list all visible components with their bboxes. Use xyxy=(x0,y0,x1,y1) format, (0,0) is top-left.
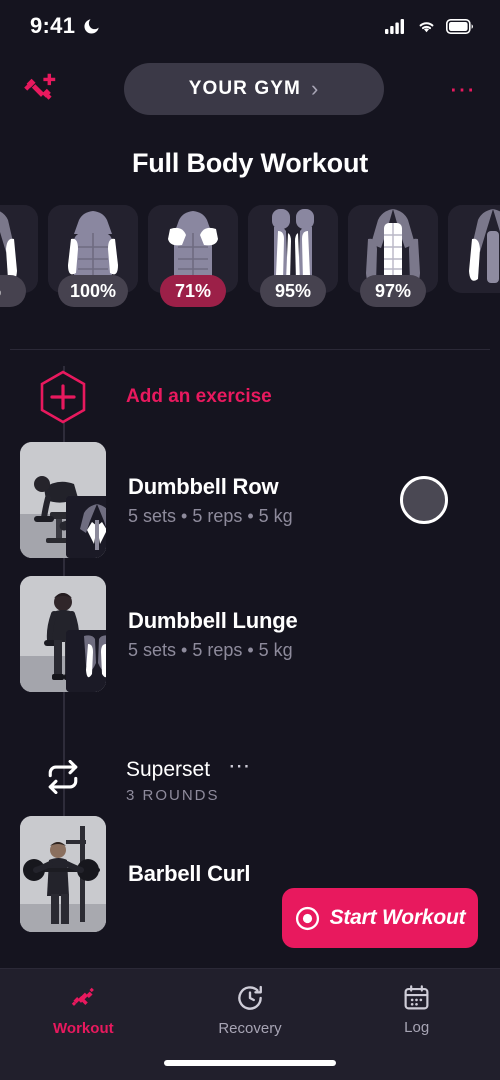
back-muscle-chip xyxy=(66,496,106,558)
repeat-icon xyxy=(0,758,126,804)
tab-log-label: Log xyxy=(404,1019,430,1036)
exercise-complete-toggle[interactable] xyxy=(400,476,448,524)
start-workout-label: Start Workout xyxy=(329,906,466,929)
muscle-diagram xyxy=(448,205,500,293)
muscle-coverage-badge: 97% xyxy=(360,275,426,307)
hexagon-plus-icon[interactable] xyxy=(0,369,126,425)
tab-log[interactable]: Log xyxy=(333,983,500,1036)
muscle-coverage-card[interactable] xyxy=(448,205,500,293)
status-bar-right xyxy=(385,18,474,34)
exercise-info: Dumbbell Lunge 5 sets • 5 reps • 5 kg xyxy=(126,608,500,661)
muscle-coverage-card[interactable]: % xyxy=(0,205,38,307)
exercise-details: 5 sets • 5 reps • 5 kg xyxy=(128,505,293,526)
chevron-right-icon: › xyxy=(310,76,319,101)
more-options-icon[interactable]: ⋯ xyxy=(228,754,250,779)
tab-workout-label: Workout xyxy=(53,1020,114,1037)
superset-title: Superset xyxy=(126,758,211,781)
more-options-icon[interactable]: ⋯ xyxy=(447,76,478,102)
muscle-coverage-card[interactable]: 97% xyxy=(348,205,438,307)
tab-recovery[interactable]: Recovery xyxy=(167,983,334,1037)
exercise-thumbnail[interactable] xyxy=(0,576,126,692)
exercise-info: Dumbbell Row 5 sets • 5 reps • 5 kg xyxy=(126,474,400,527)
moon-icon xyxy=(84,18,99,34)
gym-selector-button[interactable]: YOUR GYM › xyxy=(123,63,384,115)
tab-workout[interactable]: Workout xyxy=(0,983,167,1037)
exercise-thumbnail[interactable] xyxy=(0,816,126,932)
home-indicator xyxy=(164,1060,336,1066)
muscle-coverage-card[interactable]: 95% xyxy=(248,205,338,307)
tab-recovery-label: Recovery xyxy=(218,1020,282,1037)
superset-group[interactable]: Superset ⋯ 3 ROUNDS xyxy=(0,754,500,804)
superset-rounds: 3 ROUNDS xyxy=(126,787,220,804)
status-bar-time: 9:41 xyxy=(30,13,76,38)
exercise-name: Barbell Curl xyxy=(128,861,251,886)
exercise-thumbnail[interactable] xyxy=(0,442,126,558)
muscle-coverage-card[interactable]: 100% xyxy=(48,205,138,307)
exercise-list: Add an exercise Dumbbell Row 5 sets • 5 … xyxy=(0,366,500,932)
wifi-icon xyxy=(419,22,434,33)
quads-muscle-chip xyxy=(66,630,106,692)
record-icon xyxy=(295,906,319,930)
gym-selector-label: YOUR GYM xyxy=(188,78,301,99)
page-title: Full Body Workout xyxy=(131,148,369,178)
dumbbell-plus-icon[interactable] xyxy=(18,68,60,110)
add-exercise-row[interactable]: Add an exercise xyxy=(0,366,500,428)
cellular-signal-icon xyxy=(385,19,404,34)
muscle-coverage-badge: 71% xyxy=(160,275,226,307)
exercise-row[interactable]: Dumbbell Lunge 5 sets • 5 reps • 5 kg xyxy=(0,576,500,692)
dumbbell-icon xyxy=(72,987,95,1006)
status-bar: 9:41 xyxy=(0,0,500,52)
clock-refresh-icon xyxy=(238,985,262,1010)
bottom-tab-bar: Workout Recovery Log xyxy=(0,968,500,1080)
exercise-name: Dumbbell Lunge xyxy=(128,607,298,633)
app-header: YOUR GYM › ⋯ xyxy=(0,52,500,126)
status-bar-left: 9:41 xyxy=(30,13,101,39)
superset-info: Superset ⋯ 3 ROUNDS xyxy=(126,754,500,804)
muscle-coverage-badge: 100% xyxy=(57,275,129,307)
add-exercise-label: Add an exercise xyxy=(126,386,272,407)
calendar-icon xyxy=(404,985,429,1010)
battery-icon xyxy=(446,18,473,34)
start-workout-button[interactable]: Start Workout xyxy=(282,888,478,948)
exercise-name: Dumbbell Row xyxy=(128,473,279,499)
muscle-coverage-strip[interactable]: % 100% 71% 95% xyxy=(0,205,500,315)
muscle-coverage-badge: 95% xyxy=(260,275,326,307)
exercise-details: 5 sets • 5 reps • 5 kg xyxy=(128,639,293,660)
muscle-coverage-card[interactable]: 71% xyxy=(148,205,238,307)
exercise-row[interactable]: Dumbbell Row 5 sets • 5 reps • 5 kg xyxy=(0,442,500,558)
exercise-info: Barbell Curl xyxy=(126,861,500,887)
muscle-coverage-badge: % xyxy=(0,275,26,307)
section-divider xyxy=(10,349,490,350)
